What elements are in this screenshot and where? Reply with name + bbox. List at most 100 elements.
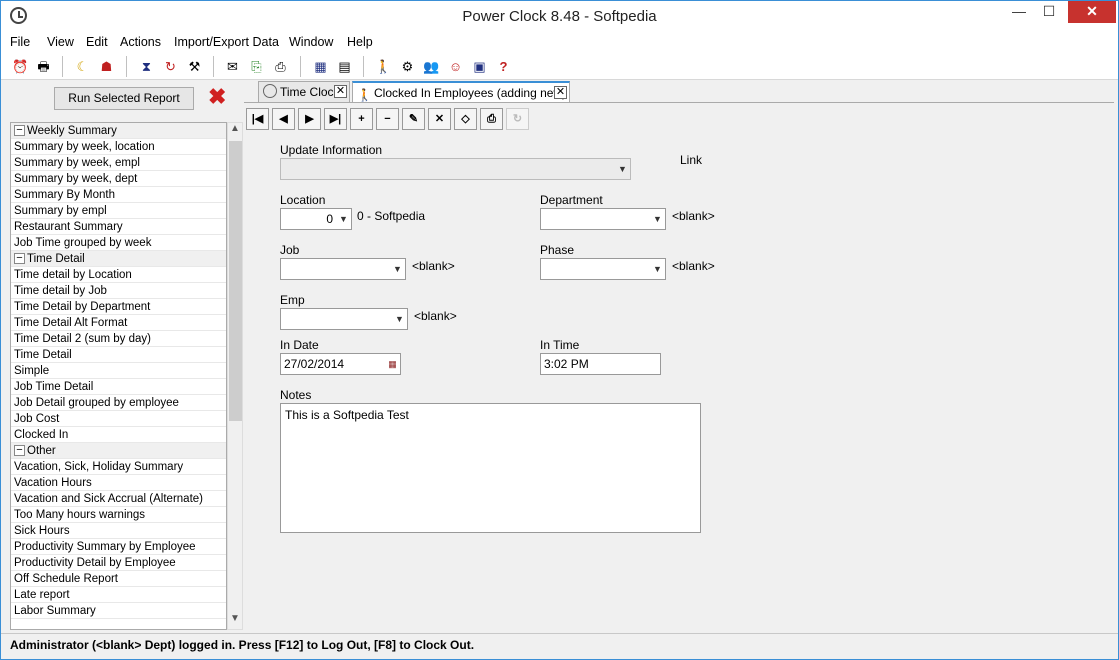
hourglass-icon[interactable]: ⧗ [137,57,156,76]
job-dropdown[interactable]: ▼ [280,258,406,280]
collapse-icon[interactable]: − [14,253,25,265]
report-item[interactable]: Clocked In [11,427,226,443]
report-item[interactable]: Late report [11,587,226,603]
in-time-field[interactable]: 3:02 PM [540,353,661,375]
notes-scrollbar[interactable] [684,404,700,532]
report-item[interactable]: Summary By Month [11,187,226,203]
status-bar: Administrator (<blank> Dept) logged in. … [1,633,1118,659]
report-item[interactable]: Restaurant Summary [11,219,226,235]
print-record-button[interactable]: ⎙ [480,108,503,130]
chevron-down-icon: ▼ [339,214,348,224]
run-selected-report-button[interactable]: Run Selected Report [54,87,194,110]
menu-help[interactable]: Help [347,35,373,49]
report-item[interactable]: Vacation, Sick, Holiday Summary [11,459,226,475]
report-item[interactable]: Time detail by Job [11,283,226,299]
help-icon[interactable]: ? [494,57,513,76]
report-item[interactable]: Vacation and Sick Accrual (Alternate) [11,491,226,507]
report-item[interactable]: Time Detail [11,347,226,363]
report-item[interactable]: Summary by empl [11,203,226,219]
report-item[interactable]: Time detail by Location [11,267,226,283]
collapse-icon[interactable]: − [14,445,25,457]
report-item[interactable]: Time Detail Alt Format [11,315,226,331]
minimize-button[interactable]: — [1004,1,1034,23]
tab-clocked-in-employees[interactable]: 🚶 Clocked In Employees (adding new) ✕ [352,81,570,102]
people-icon[interactable]: 👥 [422,57,441,76]
calendar-icon[interactable]: ▦ [385,354,400,374]
report-list-scrollbar[interactable]: ▲ ▼ [227,122,243,630]
report-item[interactable]: Job Detail grouped by employee [11,395,226,411]
close-tab-icon[interactable]: ✕ [334,85,347,98]
report-item[interactable]: Job Time Detail [11,379,226,395]
tab-time-clock[interactable]: Time Clock ✕ [258,81,350,102]
menu-window[interactable]: Window [289,35,333,49]
cancel-icon[interactable]: ✖ [208,86,226,108]
cancel-edit-button[interactable]: ✕ [428,108,451,130]
report-list[interactable]: − Weekly Summary Summary by week, location… [10,122,227,630]
close-tab-icon[interactable]: ✕ [554,86,567,99]
envelope-icon[interactable]: ✉ [223,57,242,76]
report-item[interactable]: Summary by week, dept [11,171,226,187]
menu-actions[interactable]: Actions [120,35,161,49]
post-record-button[interactable]: ◇ [454,108,477,130]
delete-record-button[interactable]: − [376,108,399,130]
report-item[interactable]: Sick Hours [11,523,226,539]
alarm-clock-icon[interactable]: ⏰ [11,57,30,76]
maximize-button[interactable]: ☐ [1034,1,1064,23]
report-panel: Run Selected Report ✖ − Weekly Summary Sum… [7,81,243,633]
user-printer-icon[interactable]: ☗ [97,57,116,76]
department-dropdown[interactable]: ▼ [540,208,666,230]
id-card-icon[interactable]: ▣ [470,57,489,76]
scroll-down-icon[interactable]: ▼ [228,613,242,629]
scroll-thumb[interactable] [229,141,242,421]
close-button[interactable]: ✕ [1068,1,1116,23]
collapse-icon[interactable]: − [14,125,25,137]
report-group[interactable]: − Other [11,443,226,459]
report-item[interactable]: Simple [11,363,226,379]
update-information-dropdown[interactable]: ▼ [280,158,631,180]
report-item[interactable]: Time Detail by Department [11,299,226,315]
next-record-button[interactable]: ▶ [298,108,321,130]
refresh-button[interactable]: ↻ [506,108,529,130]
report-item[interactable]: Summary by week, location [11,139,226,155]
insert-record-button[interactable]: + [350,108,373,130]
menu-file[interactable]: File [10,35,30,49]
menu-edit[interactable]: Edit [86,35,108,49]
link-label: Link [680,153,703,167]
gears-icon[interactable]: ⚙ [398,57,417,76]
report-item[interactable]: Productivity Summary by Employee [11,539,226,555]
report-group-label: Time Detail [27,253,85,265]
menu-import-export[interactable]: Import/Export Data [174,35,279,49]
report-item[interactable]: Job Time grouped by week [11,235,226,251]
first-record-button[interactable]: |◀ [246,108,269,130]
location-dropdown[interactable]: 0 ▼ [280,208,352,230]
tools-icon[interactable]: ⚒ [185,57,204,76]
last-record-button[interactable]: ▶| [324,108,347,130]
calculator-icon[interactable]: ▤ [335,57,354,76]
calendar-icon[interactable]: ▦ [311,57,330,76]
notes-textarea[interactable]: This is a Softpedia Test [280,403,701,533]
report-group[interactable]: − Time Detail [11,251,226,267]
report-item[interactable]: Summary by week, empl [11,155,226,171]
report-item[interactable]: Time Detail 2 (sum by day) [11,331,226,347]
report-item[interactable]: Too Many hours warnings [11,507,226,523]
printer-icon[interactable]: 🖶 [34,57,53,76]
walking-person-icon[interactable]: 🚶 [374,57,393,76]
edit-record-button[interactable]: ✎ [402,108,425,130]
group-icon[interactable]: ☺ [446,57,465,76]
print-icon[interactable]: ⎙ [271,57,290,76]
emp-dropdown[interactable]: ▼ [280,308,408,330]
scroll-up-icon[interactable]: ▲ [228,123,242,139]
prior-record-button[interactable]: ◀ [272,108,295,130]
menu-view[interactable]: View [47,35,74,49]
in-date-field[interactable]: 27/02/2014 ▦ [280,353,401,375]
report-item[interactable]: Vacation Hours [11,475,226,491]
moon-icon[interactable]: ☾ [73,57,92,76]
report-item[interactable]: Off Schedule Report [11,571,226,587]
clock-arrow-icon[interactable]: ↻ [161,57,180,76]
report-item[interactable]: Job Cost [11,411,226,427]
report-group[interactable]: − Weekly Summary [11,123,226,139]
phase-dropdown[interactable]: ▼ [540,258,666,280]
report-item[interactable]: Productivity Detail by Employee [11,555,226,571]
export-icon[interactable]: ⎘ [247,57,266,76]
report-item[interactable]: Labor Summary [11,603,226,619]
